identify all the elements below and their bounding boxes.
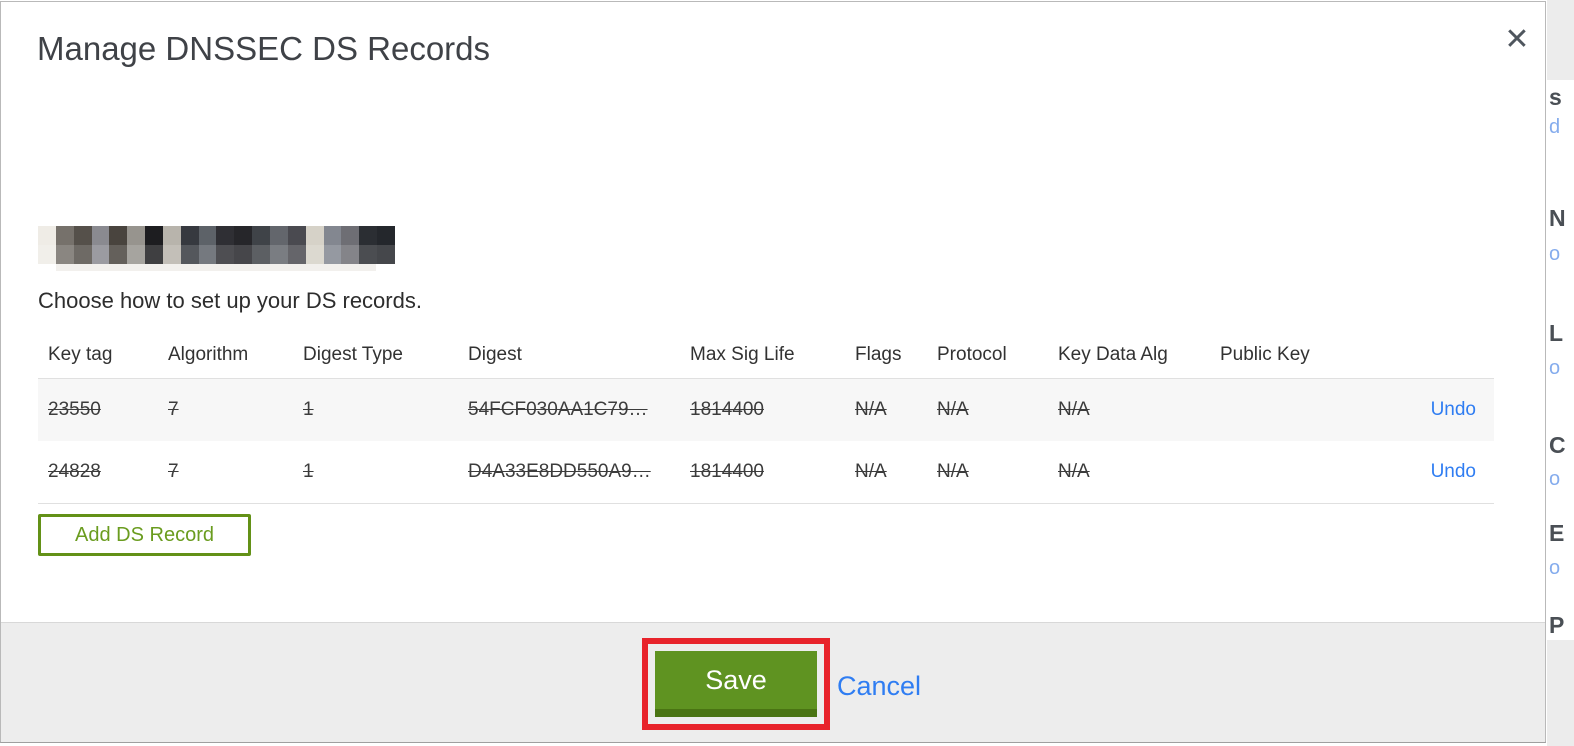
cell-max-sig-life: 1814400 xyxy=(690,461,764,482)
background-page-edge: sdNoLoCoEoP xyxy=(1547,0,1574,746)
add-ds-record-button[interactable]: Add DS Record xyxy=(38,514,251,556)
cell-key-tag: 24828 xyxy=(48,461,101,482)
column-header: Algorithm xyxy=(168,344,249,365)
background-text-fragment: E xyxy=(1549,520,1565,546)
column-header: Protocol xyxy=(937,344,1007,365)
column-header: Digest Type xyxy=(303,344,403,365)
instruction-text: Choose how to set up your DS records. xyxy=(38,288,422,313)
cell-digest: 54FCF030AA1C79… xyxy=(468,399,648,420)
table-header-row: Key tag Algorithm Digest Type Digest Max Sig… xyxy=(38,332,1494,378)
background-text-fragment: o xyxy=(1549,243,1561,265)
save-button[interactable]: Save xyxy=(655,651,817,717)
background-text-fragment: o xyxy=(1549,557,1561,579)
background-text-fragment: N xyxy=(1549,205,1566,231)
redaction-artifact xyxy=(56,264,376,271)
cell-max-sig-life: 1814400 xyxy=(690,399,764,420)
column-header: Max Sig Life xyxy=(690,344,795,365)
cell-key-data-alg: N/A xyxy=(1058,461,1090,482)
annotation-highlight-box: Save xyxy=(642,638,830,730)
cell-digest: D4A33E8DD550A9… xyxy=(468,461,651,482)
table-row: 23550 7 1 54FCF030AA1C79… 1814400 N/A N/A N/A Un… xyxy=(38,379,1494,441)
redacted-domain-name xyxy=(38,226,395,264)
cancel-link[interactable]: Cancel xyxy=(837,671,921,702)
cell-algorithm: 7 xyxy=(168,461,179,482)
background-text-fragment: C xyxy=(1549,432,1566,458)
manage-dnssec-modal: Manage DNSSEC DS Records ✕ Choose how to… xyxy=(0,1,1546,743)
cell-protocol: N/A xyxy=(937,461,969,482)
table-row: 24828 7 1 D4A33E8DD550A9… 1814400 N/A N/A N/A Un… xyxy=(38,441,1494,503)
background-text-fragment: P xyxy=(1549,612,1565,638)
ds-records-table: Key tag Algorithm Digest Type Digest Max Sig… xyxy=(38,332,1494,504)
background-band xyxy=(1547,0,1574,80)
cell-flags: N/A xyxy=(855,461,887,482)
cell-digest-type: 1 xyxy=(303,461,314,482)
column-header: Digest xyxy=(468,344,522,365)
cell-digest-type: 1 xyxy=(303,399,314,420)
modal-footer: Save Cancel xyxy=(1,622,1545,742)
cell-flags: N/A xyxy=(855,399,887,420)
column-header: Key Data Alg xyxy=(1058,344,1168,365)
background-text-fragment: L xyxy=(1549,320,1564,346)
table-body: 23550 7 1 54FCF030AA1C79… 1814400 N/A N/A N/A Un… xyxy=(38,378,1494,504)
column-header: Public Key xyxy=(1220,344,1310,365)
undo-link[interactable]: Undo xyxy=(1431,461,1476,482)
cell-key-data-alg: N/A xyxy=(1058,399,1090,420)
background-band xyxy=(1547,640,1574,746)
background-text-fragment: o xyxy=(1549,468,1561,490)
undo-link[interactable]: Undo xyxy=(1431,399,1476,420)
cell-algorithm: 7 xyxy=(168,399,179,420)
background-text-fragment: o xyxy=(1549,357,1561,379)
background-text-fragment: s xyxy=(1549,84,1562,110)
close-icon[interactable]: ✕ xyxy=(1499,22,1535,58)
column-header: Key tag xyxy=(48,344,113,365)
cell-key-tag: 23550 xyxy=(48,399,101,420)
screen: Manage DNSSEC DS Records ✕ Choose how to… xyxy=(0,0,1574,746)
column-header: Flags xyxy=(855,344,902,365)
background-text-fragment: d xyxy=(1549,116,1561,138)
page-title: Manage DNSSEC DS Records xyxy=(37,30,491,67)
cell-protocol: N/A xyxy=(937,399,969,420)
